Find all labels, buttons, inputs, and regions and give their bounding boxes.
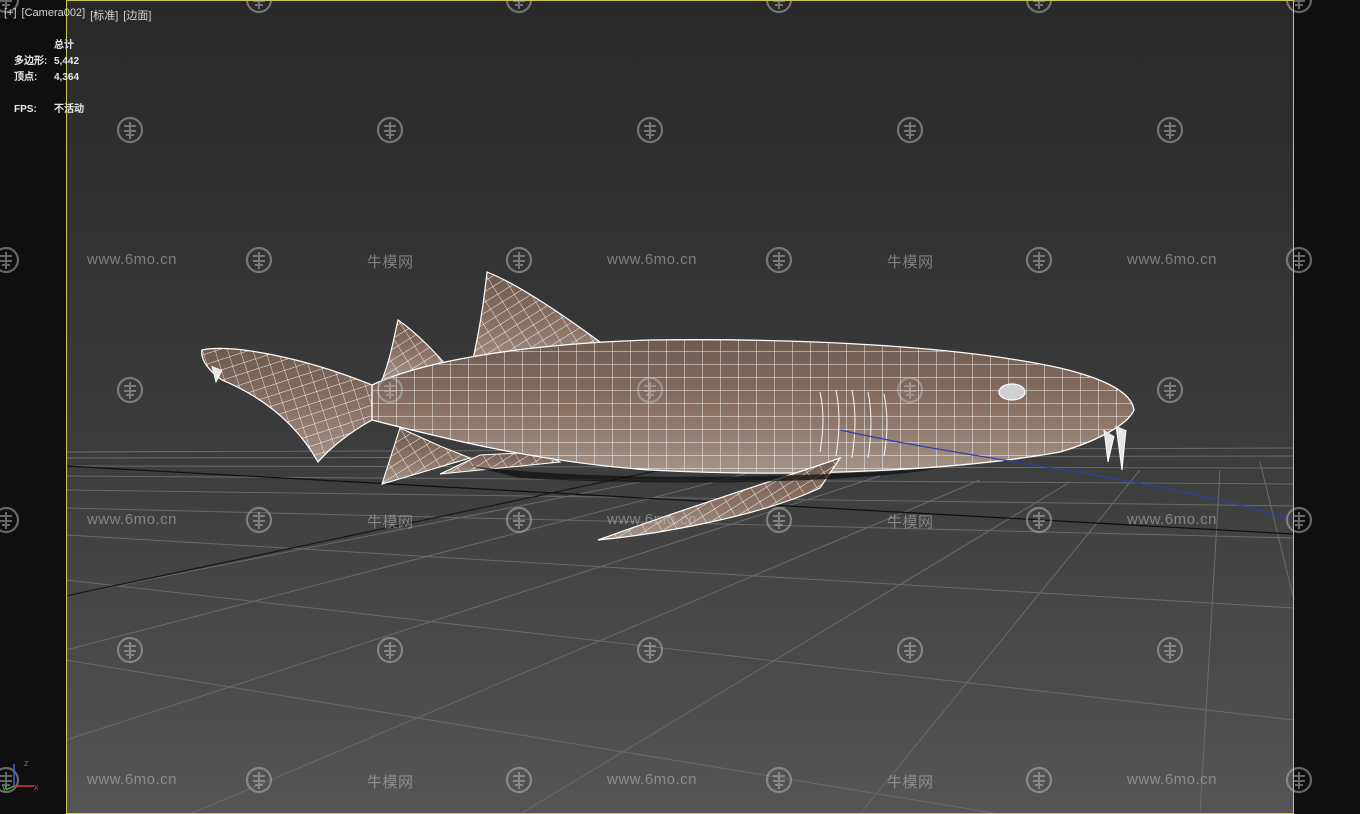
niumo-logo-icon <box>636 116 664 149</box>
niumo-logo-icon <box>765 766 793 799</box>
stats-polygons-value: 5,442 <box>54 56 80 67</box>
stats-total-label: 总计 <box>54 40 74 51</box>
niumo-logo-icon <box>376 116 404 149</box>
watermark-url: www.6mo.cn <box>1127 511 1218 528</box>
watermark-url: www.6mo.cn <box>607 511 698 528</box>
statistics-overlay: 总计 多边形: 5,442 顶点: 4,364 FPS: 不活动 <box>14 38 84 118</box>
niumo-logo-icon <box>896 376 924 409</box>
stats-fps-value: 不活动 <box>54 104 84 115</box>
niumo-logo-icon <box>896 116 924 149</box>
niumo-logo-icon <box>505 0 533 19</box>
niumo-logo-icon <box>0 506 20 539</box>
niumo-logo-icon <box>116 116 144 149</box>
watermark-site-name: 牛模网 <box>887 254 934 271</box>
niumo-logo-icon <box>245 0 273 19</box>
niumo-logo-icon <box>1285 0 1313 19</box>
niumo-logo-icon <box>1285 766 1313 799</box>
niumo-logo-icon <box>1285 506 1313 539</box>
niumo-logo-icon <box>1025 0 1053 19</box>
viewport-label-menu: [+] [Camera002] [标准] [边面] <box>4 7 151 22</box>
watermark-url: www.6mo.cn <box>87 251 178 268</box>
watermark-url: www.6mo.cn <box>607 251 698 268</box>
niumo-logo-icon <box>376 376 404 409</box>
viewport-plus-menu[interactable]: [+] <box>4 7 17 21</box>
viewport-edges-menu[interactable]: [边面] <box>123 7 151 22</box>
niumo-logo-icon <box>1025 506 1053 539</box>
niumo-logo-icon <box>765 506 793 539</box>
watermark-url: www.6mo.cn <box>1127 251 1218 268</box>
watermark-url: www.6mo.cn <box>607 771 698 788</box>
niumo-logo-icon <box>1285 246 1313 279</box>
watermark-site-name: 牛模网 <box>887 774 934 791</box>
niumo-logo-icon <box>765 0 793 19</box>
viewport-shading-menu[interactable]: [标准] <box>90 7 118 22</box>
niumo-logo-icon <box>765 246 793 279</box>
watermark-url: www.6mo.cn <box>87 511 178 528</box>
axis-y-label: y <box>2 782 7 792</box>
niumo-logo-icon <box>116 376 144 409</box>
axis-x-label: x <box>34 782 39 792</box>
watermark-url: www.6mo.cn <box>87 771 178 788</box>
stats-fps-label: FPS: <box>14 104 37 115</box>
niumo-logo-icon <box>1156 636 1184 669</box>
watermark-site-name: 牛模网 <box>367 254 414 271</box>
niumo-logo-icon <box>505 766 533 799</box>
watermark-url: www.6mo.cn <box>1127 771 1218 788</box>
stats-polygons-label: 多边形: <box>14 56 48 67</box>
axis-z-label: z <box>24 758 29 768</box>
camera-viewport[interactable]: [+] [Camera002] [标准] [边面] 总计 多边形: 5,442 顶… <box>0 0 1360 814</box>
axis-y-line <box>5 785 15 791</box>
niumo-logo-icon <box>1025 246 1053 279</box>
watermark-site-name: 牛模网 <box>367 514 414 531</box>
niumo-logo-icon <box>0 246 20 279</box>
axis-gizmo: z y x <box>2 758 39 792</box>
niumo-logo-icon <box>245 766 273 799</box>
shark-eye <box>998 383 1026 401</box>
niumo-logo-icon <box>116 636 144 669</box>
niumo-logo-icon <box>1156 376 1184 409</box>
niumo-logo-icon <box>636 376 664 409</box>
niumo-logo-icon <box>376 636 404 669</box>
niumo-logo-icon <box>1156 116 1184 149</box>
stats-vertices-value: 4,364 <box>54 72 80 83</box>
niumo-logo-icon <box>505 246 533 279</box>
viewport-camera-menu[interactable]: [Camera002] <box>22 7 86 21</box>
niumo-logo-icon <box>896 636 924 669</box>
niumo-logo-icon <box>1025 766 1053 799</box>
stats-vertices-label: 顶点: <box>14 72 38 83</box>
niumo-logo-icon <box>505 506 533 539</box>
watermark-site-name: 牛模网 <box>887 514 934 531</box>
niumo-logo-icon <box>245 246 273 279</box>
niumo-logo-icon <box>245 506 273 539</box>
niumo-logo-icon <box>636 636 664 669</box>
watermark-site-name: 牛模网 <box>367 774 414 791</box>
